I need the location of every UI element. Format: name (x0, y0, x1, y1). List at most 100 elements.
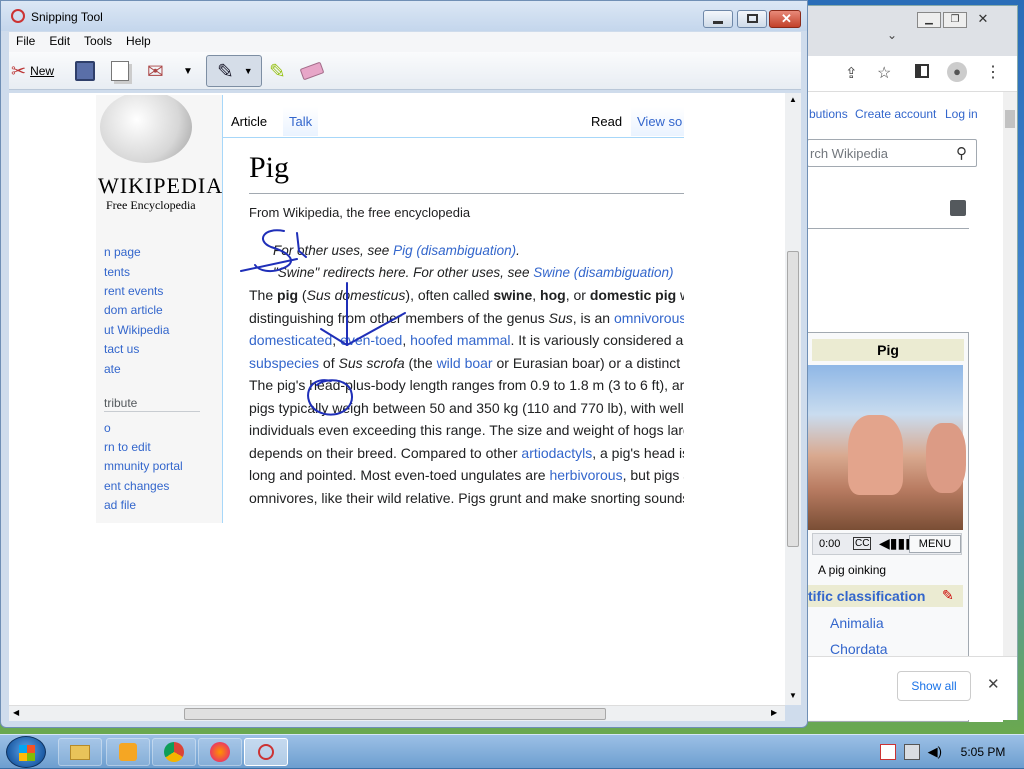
swine-disambiguation-link[interactable]: Swine (disambiguation) (533, 265, 673, 280)
network-icon[interactable] (903, 744, 920, 760)
taskbar-chrome[interactable] (152, 738, 196, 766)
scroll-down-icon[interactable]: ▼ (789, 691, 797, 700)
action-center-icon[interactable] (879, 744, 896, 760)
scroll-right-icon[interactable]: ▶ (771, 708, 777, 717)
tab-read[interactable]: Read (591, 114, 622, 129)
article-text: Sus scrofa (338, 354, 405, 371)
log-in-link[interactable]: Log in (945, 107, 978, 121)
article-text: , (332, 332, 341, 348)
nav-contents[interactable]: tents (104, 265, 130, 279)
chrome-scrollbar-thumb[interactable] (1005, 110, 1015, 128)
article-link[interactable]: herbivorous (549, 467, 622, 483)
show-all-button[interactable]: Show all (897, 671, 971, 701)
scroll-up-icon[interactable]: ▲ (789, 95, 797, 104)
taskbar-snipping-tool[interactable] (244, 738, 288, 766)
captions-icon[interactable]: CC (853, 537, 872, 550)
article-link[interactable]: domesticated (249, 332, 332, 348)
vertical-scrollbar-thumb[interactable] (787, 251, 799, 547)
nav-recent-changes[interactable]: ent changes (104, 479, 169, 493)
profile-avatar-icon[interactable]: ● (947, 62, 967, 82)
taskbar-explorer[interactable] (58, 738, 102, 766)
nav-random-article[interactable]: dom article (104, 303, 163, 317)
canvas-horizontal-scrollbar[interactable]: ◀ ▶ (9, 705, 785, 721)
maximize-button[interactable] (737, 10, 767, 28)
highlighter-icon: ✎ (269, 60, 286, 83)
menu-button[interactable]: MENU (909, 535, 961, 553)
scroll-left-icon[interactable]: ◀ (13, 708, 19, 717)
menu-file[interactable]: File (9, 32, 42, 52)
article-link[interactable]: even-toed (340, 332, 402, 348)
nav-main-page[interactable]: n page (104, 245, 141, 259)
tab-view-source[interactable]: View so (631, 107, 684, 136)
nav-current-events[interactable]: rent events (104, 284, 163, 298)
send-snip-button[interactable]: ✉ (147, 58, 164, 84)
new-snip-button[interactable]: ✂ New (11, 58, 54, 84)
wikipedia-tagline: Free Encyclopedia (106, 198, 196, 212)
chrome-close-button[interactable]: ✕ (971, 12, 995, 28)
kingdom-link[interactable]: Animalia (830, 615, 884, 631)
search-box[interactable]: rch Wikipedia ⚲ (807, 139, 977, 167)
article-link[interactable]: subspecies (249, 355, 319, 371)
nav-contact[interactable]: tact us (104, 342, 139, 356)
article-link[interactable]: omnivorous (614, 310, 684, 326)
chrome-minimize-button[interactable]: ▁ (917, 12, 941, 28)
nav-about[interactable]: ut Wikipedia (104, 323, 169, 337)
side-panel-icon[interactable] (915, 64, 929, 78)
canvas-vertical-scrollbar[interactable]: ▲ ▼ (785, 93, 801, 705)
volume-icon[interactable]: ◀▮▮▮ (879, 535, 913, 552)
windows-logo-icon (19, 745, 35, 761)
tab-talk[interactable]: Talk (283, 107, 319, 136)
horizontal-scrollbar-thumb[interactable] (184, 708, 606, 720)
minimize-button[interactable] (703, 10, 733, 28)
pen-icon: ✎ (217, 60, 234, 83)
pig-disambiguation-link[interactable]: Pig (disambiguation) (393, 243, 516, 258)
copy-button[interactable] (111, 58, 129, 84)
pen-dropdown-icon[interactable]: ▼ (244, 66, 253, 76)
audio-player[interactable]: 0:00 CC ◀▮▮▮ MENU (812, 533, 962, 555)
taskbar-firefox[interactable] (198, 738, 242, 766)
article-text: domestic pig (589, 287, 677, 303)
contributions-link[interactable]: butions (809, 107, 848, 121)
eraser-button[interactable] (299, 58, 325, 84)
nav-community-portal[interactable]: mmunity portal (104, 459, 183, 473)
title-bar[interactable]: Snipping Tool ✕ (1, 1, 807, 31)
article-line: individuals even exceeding this range. T… (249, 422, 684, 438)
nav-help[interactable]: o (104, 421, 111, 435)
save-button[interactable] (75, 58, 95, 84)
tab-article[interactable]: Article (231, 114, 267, 129)
close-button[interactable]: ✕ (769, 10, 801, 28)
pen-tool-button[interactable]: ✎ ▼ (206, 55, 262, 87)
classification-link[interactable]: tific classification (808, 588, 925, 604)
nav-donate[interactable]: ate (104, 362, 121, 376)
close-download-bar-icon[interactable]: ✕ (987, 675, 1000, 693)
highlighter-button[interactable]: ✎ (269, 58, 286, 84)
article-link[interactable]: hoofed mammal (410, 332, 510, 348)
article-line: The pig (Sus domesticus), often called s… (249, 287, 684, 303)
article-title: Pig (249, 151, 290, 184)
tab-list-chevron-icon[interactable]: ⌄ (887, 28, 897, 42)
nav-learn-to-edit[interactable]: rn to edit (104, 440, 151, 454)
send-dropdown-button[interactable]: ▼ (183, 58, 193, 84)
share-icon[interactable]: ⇪ (845, 64, 858, 82)
chrome-scrollbar[interactable] (1003, 92, 1017, 657)
bookmark-star-icon[interactable]: ☆ (877, 63, 891, 83)
chrome-menu-icon[interactable]: ⋮ (985, 62, 1001, 82)
menu-edit[interactable]: Edit (42, 32, 77, 52)
menu-tools[interactable]: Tools (77, 32, 119, 52)
search-icon[interactable]: ⚲ (956, 144, 967, 162)
edit-pencil-icon[interactable]: ✎ (942, 587, 954, 604)
search-input[interactable]: rch Wikipedia (810, 146, 888, 161)
taskbar-media-player[interactable] (106, 738, 150, 766)
nav-upload-file[interactable]: ad file (104, 498, 136, 512)
menu-help[interactable]: Help (119, 32, 158, 52)
article-text: , (402, 332, 411, 348)
create-account-link[interactable]: Create account (855, 107, 936, 121)
volume-icon[interactable]: ◀) (928, 744, 942, 760)
article-line: omnivores, like their wild relative. Pig… (249, 490, 684, 506)
article-link[interactable]: artiodactyls (521, 445, 592, 461)
clock[interactable]: 5:05 PM (950, 745, 1016, 759)
phylum-link[interactable]: Chordata (830, 641, 888, 657)
article-link[interactable]: wild boar (437, 355, 493, 371)
start-button[interactable] (6, 736, 46, 768)
chrome-maximize-button[interactable]: ❐ (943, 12, 967, 28)
